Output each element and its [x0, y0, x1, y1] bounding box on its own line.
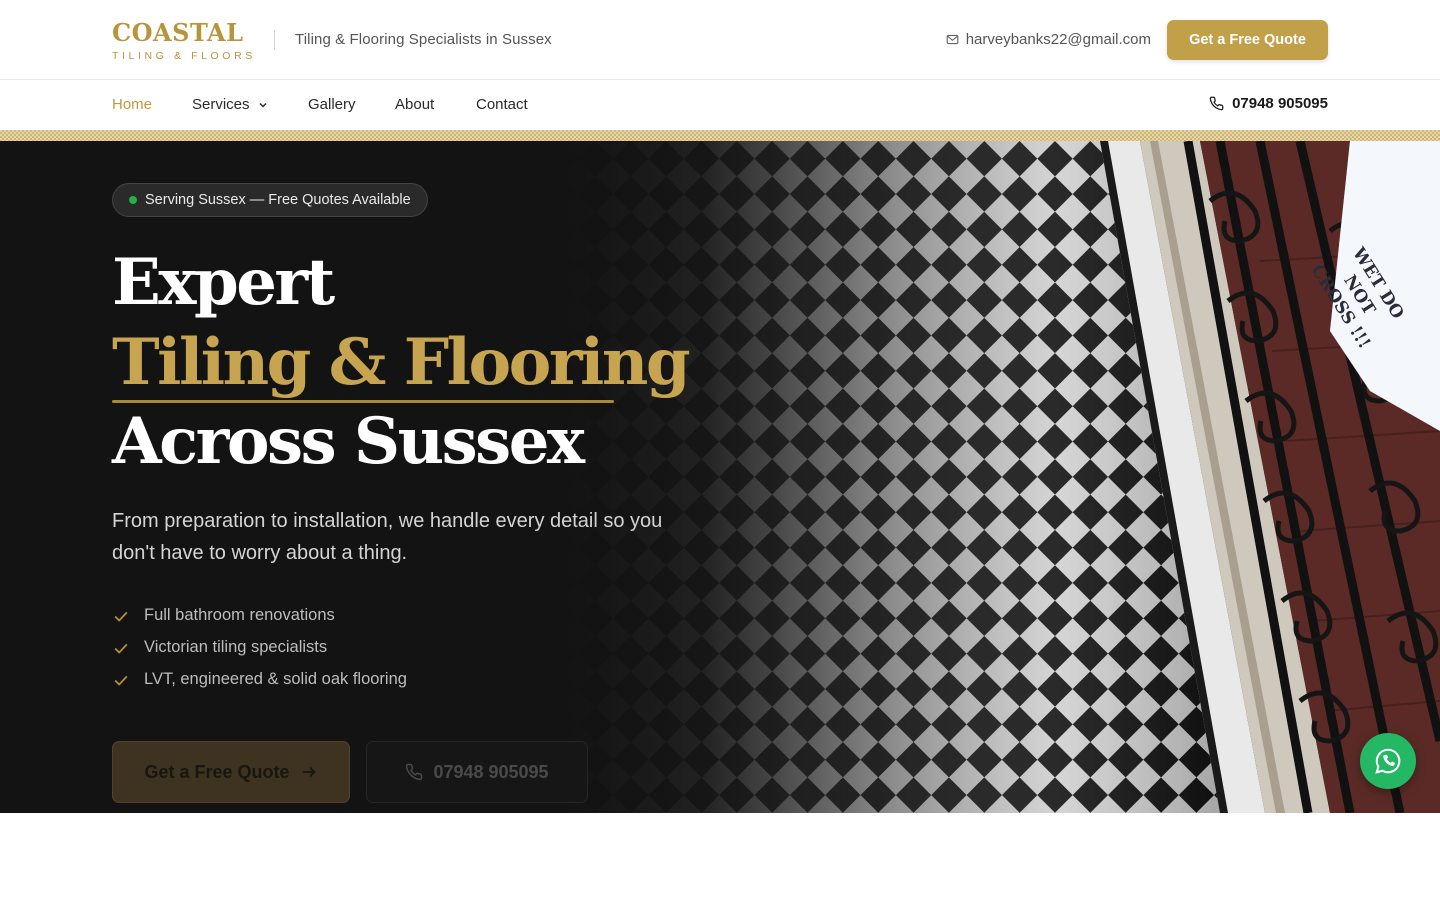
whatsapp-icon	[1375, 748, 1401, 774]
feature-text: Full bathroom renovations	[144, 606, 335, 624]
header-email-text: harveybanks22@gmail.com	[965, 31, 1151, 48]
nav-item-services-label: Services	[192, 96, 250, 113]
brand-logo[interactable]: COASTAL TILING & FLOORS	[112, 18, 256, 62]
hero-heading-line3: Across Sussex	[112, 404, 585, 479]
feature-text: Victorian tiling specialists	[144, 638, 328, 656]
phone-icon	[406, 763, 423, 781]
heading-accent-underline	[112, 400, 614, 403]
nav-item-home[interactable]: Home	[112, 96, 152, 113]
whatsapp-chat-button[interactable]	[1360, 733, 1416, 789]
hero-heading-line1: Expert	[112, 245, 335, 320]
brand-name: COASTAL	[112, 18, 244, 47]
nav-item-contact[interactable]: Contact	[476, 96, 528, 113]
feature-item: Full bathroom renovations	[112, 606, 335, 625]
check-icon	[114, 643, 128, 654]
header-email-link[interactable]: harveybanks22@gmail.com	[946, 31, 1151, 48]
hero-call-label: 07948 905095	[433, 761, 549, 782]
top-header: COASTAL TILING & FLOORS Tiling & Floorin…	[0, 0, 1440, 80]
nav-phone-number: 07948 905095	[1232, 95, 1328, 112]
hero-section: WET DO NOT CROSS !!! Serving Sussex — Fr…	[0, 141, 1440, 813]
header-divider	[274, 30, 275, 50]
phone-icon	[1209, 96, 1224, 111]
service-area-badge-text: Serving Sussex — Free Quotes Available	[145, 192, 411, 208]
nav-phone-link[interactable]: 07948 905095	[1209, 95, 1328, 112]
feature-item: LVT, engineered & solid oak flooring	[112, 670, 407, 689]
main-nav: Home Services Gallery About Contact 0794…	[0, 80, 1440, 130]
nav-item-gallery[interactable]: Gallery	[308, 96, 356, 113]
chevron-down-icon	[259, 102, 267, 108]
feature-item: Victorian tiling specialists	[112, 638, 327, 657]
hero-call-button[interactable]: 07948 905095	[366, 741, 588, 803]
hero-get-quote-label: Get a Free Quote	[144, 761, 290, 782]
hero-lead-paragraph: From preparation to installation, we han…	[112, 510, 663, 564]
get-free-quote-button[interactable]: Get a Free Quote	[1167, 20, 1328, 60]
service-area-badge: Serving Sussex — Free Quotes Available	[112, 183, 428, 217]
decorative-pattern-strip	[0, 130, 1440, 141]
check-icon	[114, 611, 128, 622]
check-icon	[114, 675, 128, 686]
nav-item-about[interactable]: About	[395, 96, 434, 113]
arrow-right-icon	[302, 766, 316, 778]
brand-subtitle: TILING & FLOORS	[112, 50, 256, 62]
status-dot	[129, 196, 137, 204]
feature-text: LVT, engineered & solid oak flooring	[144, 670, 407, 688]
hero-get-quote-button[interactable]: Get a Free Quote	[112, 741, 350, 803]
header-tagline: Tiling & Flooring Specialists in Sussex	[295, 31, 552, 48]
hero-heading-line2: Tiling & Flooring	[112, 325, 691, 400]
nav-item-services[interactable]: Services	[192, 96, 268, 113]
mail-icon	[946, 34, 959, 45]
hero-image-fade	[560, 141, 1060, 813]
